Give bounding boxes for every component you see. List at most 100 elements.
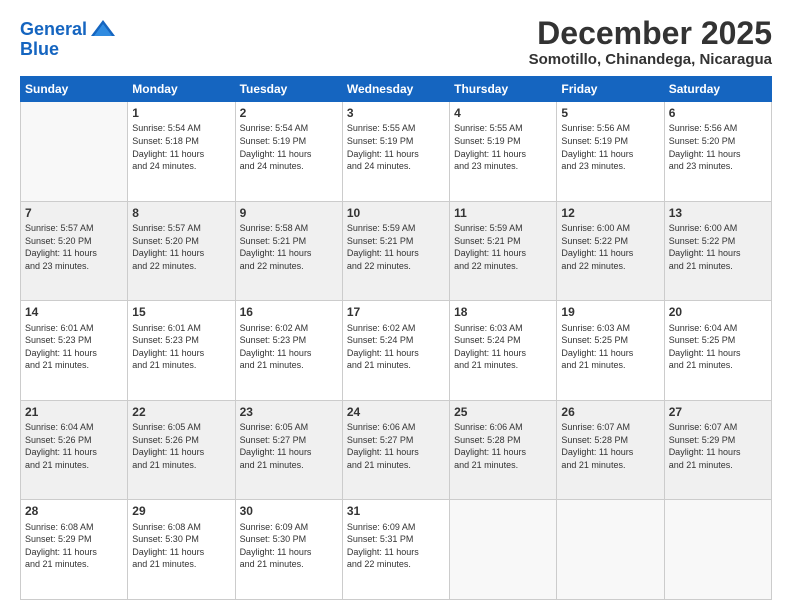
calendar-cell: 7Sunrise: 5:57 AM Sunset: 5:20 PM Daylig… — [21, 201, 128, 301]
day-number: 12 — [561, 205, 659, 221]
calendar-cell: 14 Sunrise: 6:01 AM Sunset: 5:23 PM Dayli… — [21, 301, 128, 401]
calendar-cell: 2Sunrise: 5:54 AM Sunset: 5:19 PM Daylig… — [235, 102, 342, 202]
title-block: December 2025 Somotillo, Chinandega, Nic… — [529, 16, 772, 68]
cell-info: Sunrise: 6:03 AM Sunset: 5:24 PM Dayligh… — [454, 322, 552, 372]
cell-info: Sunrise: 6:01 AM Sunset: 5:23 PM Dayligh… — [132, 322, 230, 372]
day-number: 8 — [132, 205, 230, 221]
calendar-cell: 1Sunrise: 5:54 AM Sunset: 5:18 PM Daylig… — [128, 102, 235, 202]
calendar-header-row: SundayMondayTuesdayWednesdayThursdayFrid… — [21, 77, 772, 102]
calendar-cell: 26Sunrise: 6:07 AM Sunset: 5:28 PM Dayli… — [557, 400, 664, 500]
cell-info: Sunrise: 6:05 AM Sunset: 5:27 PM Dayligh… — [240, 421, 338, 471]
day-number: 20 — [669, 304, 767, 320]
cell-info: Sunrise: 6:08 AM Sunset: 5:30 PM Dayligh… — [132, 521, 230, 571]
weekday-header: Monday — [128, 77, 235, 102]
calendar-cell: 15 Sunrise: 6:01 AM Sunset: 5:23 PM Dayli… — [128, 301, 235, 401]
cell-info: Sunrise: 6:01 AM Sunset: 5:23 PM Dayligh… — [25, 322, 123, 372]
cell-info: Sunrise: 6:03 AM Sunset: 5:25 PM Dayligh… — [561, 322, 659, 372]
day-number: 31 — [347, 503, 445, 519]
calendar-cell: 23Sunrise: 6:05 AM Sunset: 5:27 PM Dayli… — [235, 400, 342, 500]
cell-info: Sunrise: 5:54 AM Sunset: 5:18 PM Dayligh… — [132, 122, 230, 172]
cell-info: Sunrise: 6:09 AM Sunset: 5:31 PM Dayligh… — [347, 521, 445, 571]
logo: General Blue — [20, 16, 117, 60]
calendar-cell: 12Sunrise: 6:00 AM Sunset: 5:22 PM Dayli… — [557, 201, 664, 301]
logo-icon — [89, 16, 117, 44]
calendar-cell: 11Sunrise: 5:59 AM Sunset: 5:21 PM Dayli… — [450, 201, 557, 301]
cell-info: Sunrise: 6:08 AM Sunset: 5:29 PM Dayligh… — [25, 521, 123, 571]
cell-info: Sunrise: 5:56 AM Sunset: 5:19 PM Dayligh… — [561, 122, 659, 172]
calendar-cell: 29Sunrise: 6:08 AM Sunset: 5:30 PM Dayli… — [128, 500, 235, 600]
calendar-cell: 28 Sunrise: 6:08 AM Sunset: 5:29 PM Dayli… — [21, 500, 128, 600]
day-number: 14 — [25, 304, 123, 320]
day-number: 6 — [669, 105, 767, 121]
day-number: 15 — [132, 304, 230, 320]
calendar-cell: 4Sunrise: 5:55 AM Sunset: 5:19 PM Daylig… — [450, 102, 557, 202]
cell-info: Sunrise: 6:09 AM Sunset: 5:30 PM Dayligh… — [240, 521, 338, 571]
calendar-week-row: 14 Sunrise: 6:01 AM Sunset: 5:23 PM Dayli… — [21, 301, 772, 401]
calendar-cell: 17 Sunrise: 6:02 AM Sunset: 5:24 PM Dayli… — [342, 301, 449, 401]
calendar-cell: 10Sunrise: 5:59 AM Sunset: 5:21 PM Dayli… — [342, 201, 449, 301]
cell-info: Sunrise: 6:06 AM Sunset: 5:27 PM Dayligh… — [347, 421, 445, 471]
day-number: 7 — [25, 205, 123, 221]
day-number: 27 — [669, 404, 767, 420]
calendar-cell — [21, 102, 128, 202]
day-number: 25 — [454, 404, 552, 420]
day-number: 22 — [132, 404, 230, 420]
calendar-week-row: 7Sunrise: 5:57 AM Sunset: 5:20 PM Daylig… — [21, 201, 772, 301]
cell-info: Sunrise: 5:58 AM Sunset: 5:21 PM Dayligh… — [240, 222, 338, 272]
calendar-cell: 6Sunrise: 5:56 AM Sunset: 5:20 PM Daylig… — [664, 102, 771, 202]
calendar-cell: 3Sunrise: 5:55 AM Sunset: 5:19 PM Daylig… — [342, 102, 449, 202]
calendar-cell: 21Sunrise: 6:04 AM Sunset: 5:26 PM Dayli… — [21, 400, 128, 500]
calendar-week-row: 21Sunrise: 6:04 AM Sunset: 5:26 PM Dayli… — [21, 400, 772, 500]
day-number: 26 — [561, 404, 659, 420]
day-number: 19 — [561, 304, 659, 320]
day-number: 9 — [240, 205, 338, 221]
weekday-header: Wednesday — [342, 77, 449, 102]
month-title: December 2025 — [529, 16, 772, 51]
calendar-cell: 22Sunrise: 6:05 AM Sunset: 5:26 PM Dayli… — [128, 400, 235, 500]
weekday-header: Sunday — [21, 77, 128, 102]
day-number: 23 — [240, 404, 338, 420]
cell-info: Sunrise: 5:55 AM Sunset: 5:19 PM Dayligh… — [347, 122, 445, 172]
logo-text-general: General — [20, 20, 87, 40]
weekday-header: Thursday — [450, 77, 557, 102]
cell-info: Sunrise: 5:57 AM Sunset: 5:20 PM Dayligh… — [25, 222, 123, 272]
cell-info: Sunrise: 5:55 AM Sunset: 5:19 PM Dayligh… — [454, 122, 552, 172]
weekday-header: Saturday — [664, 77, 771, 102]
day-number: 4 — [454, 105, 552, 121]
calendar-cell: 16Sunrise: 6:02 AM Sunset: 5:23 PM Dayli… — [235, 301, 342, 401]
day-number: 16 — [240, 304, 338, 320]
day-number: 5 — [561, 105, 659, 121]
day-number: 11 — [454, 205, 552, 221]
day-number: 1 — [132, 105, 230, 121]
calendar-week-row: 28 Sunrise: 6:08 AM Sunset: 5:29 PM Dayli… — [21, 500, 772, 600]
cell-info: Sunrise: 6:06 AM Sunset: 5:28 PM Dayligh… — [454, 421, 552, 471]
calendar-cell — [664, 500, 771, 600]
cell-info: Sunrise: 6:07 AM Sunset: 5:29 PM Dayligh… — [669, 421, 767, 471]
calendar-cell — [450, 500, 557, 600]
calendar-cell: 18 Sunrise: 6:03 AM Sunset: 5:24 PM Dayli… — [450, 301, 557, 401]
weekday-header: Tuesday — [235, 77, 342, 102]
calendar-cell: 20Sunrise: 6:04 AM Sunset: 5:25 PM Dayli… — [664, 301, 771, 401]
day-number: 30 — [240, 503, 338, 519]
calendar-cell: 13Sunrise: 6:00 AM Sunset: 5:22 PM Dayli… — [664, 201, 771, 301]
calendar-cell: 8Sunrise: 5:57 AM Sunset: 5:20 PM Daylig… — [128, 201, 235, 301]
calendar-cell: 24Sunrise: 6:06 AM Sunset: 5:27 PM Dayli… — [342, 400, 449, 500]
weekday-header: Friday — [557, 77, 664, 102]
day-number: 17 — [347, 304, 445, 320]
cell-info: Sunrise: 6:00 AM Sunset: 5:22 PM Dayligh… — [561, 222, 659, 272]
cell-info: Sunrise: 6:00 AM Sunset: 5:22 PM Dayligh… — [669, 222, 767, 272]
calendar-cell: 30 Sunrise: 6:09 AM Sunset: 5:30 PM Dayli… — [235, 500, 342, 600]
day-number: 13 — [669, 205, 767, 221]
day-number: 3 — [347, 105, 445, 121]
cell-info: Sunrise: 5:54 AM Sunset: 5:19 PM Dayligh… — [240, 122, 338, 172]
logo-text-blue: Blue — [20, 40, 59, 60]
day-number: 2 — [240, 105, 338, 121]
cell-info: Sunrise: 6:02 AM Sunset: 5:24 PM Dayligh… — [347, 322, 445, 372]
calendar-cell: 25Sunrise: 6:06 AM Sunset: 5:28 PM Dayli… — [450, 400, 557, 500]
calendar-week-row: 1Sunrise: 5:54 AM Sunset: 5:18 PM Daylig… — [21, 102, 772, 202]
day-number: 28 — [25, 503, 123, 519]
day-number: 18 — [454, 304, 552, 320]
calendar-cell: 31 Sunrise: 6:09 AM Sunset: 5:31 PM Dayli… — [342, 500, 449, 600]
cell-info: Sunrise: 5:59 AM Sunset: 5:21 PM Dayligh… — [454, 222, 552, 272]
calendar-cell: 27Sunrise: 6:07 AM Sunset: 5:29 PM Dayli… — [664, 400, 771, 500]
